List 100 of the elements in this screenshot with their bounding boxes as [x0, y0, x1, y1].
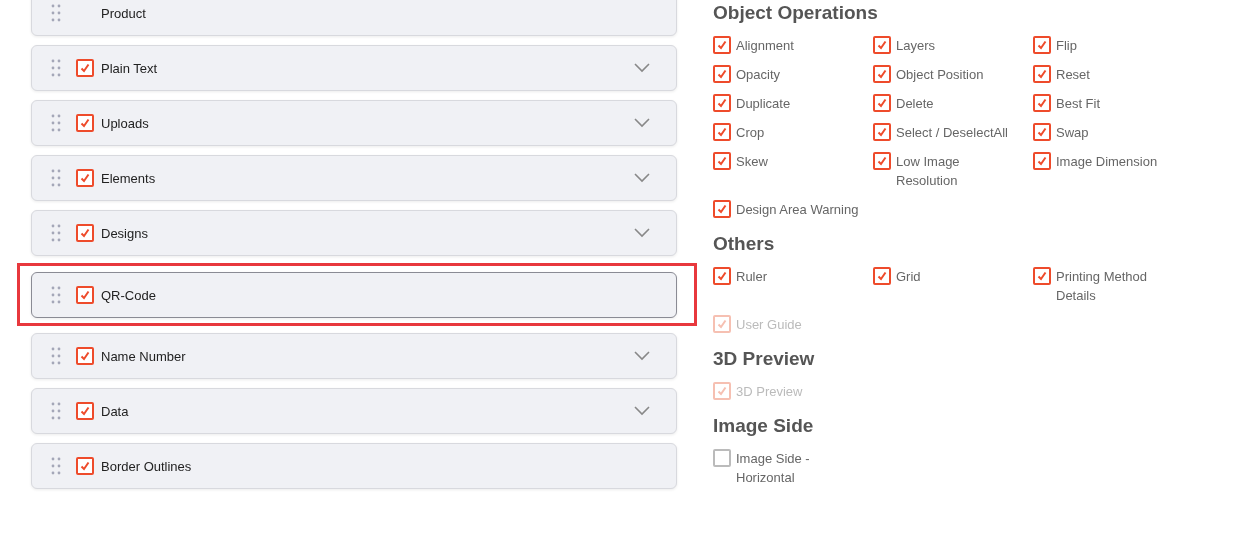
- checkmark-icon: [1036, 97, 1048, 109]
- module-row[interactable]: Elements: [31, 155, 677, 201]
- drag-handle-icon[interactable]: [50, 223, 62, 243]
- option-label: Ruler: [736, 268, 768, 286]
- checkbox[interactable]: [1033, 36, 1051, 54]
- module-row[interactable]: Product: [31, 0, 677, 36]
- checkmark-icon: [79, 350, 91, 362]
- option-label: Reset: [1056, 66, 1090, 84]
- option-label: Crop: [736, 124, 765, 142]
- drag-handle-icon[interactable]: [50, 3, 62, 23]
- drag-handle-icon[interactable]: [50, 168, 62, 188]
- chevron-down-icon[interactable]: [634, 228, 650, 238]
- checkmark-icon: [79, 62, 91, 74]
- option-label: User Guide: [736, 316, 802, 334]
- checkbox[interactable]: [713, 449, 731, 467]
- drag-handle-icon[interactable]: [50, 113, 62, 133]
- section-title: Image Side: [713, 415, 815, 437]
- module-label: Product: [101, 5, 147, 21]
- checkbox[interactable]: [1033, 65, 1051, 83]
- option-label: Low Image Resolution: [896, 153, 961, 190]
- module-row[interactable]: Data: [31, 388, 677, 434]
- option-label: Object Position: [896, 66, 984, 84]
- checkbox[interactable]: [713, 123, 731, 141]
- checkbox[interactable]: [873, 152, 891, 170]
- checkmark-icon: [79, 460, 91, 472]
- checkmark-icon: [716, 126, 728, 138]
- section-title: Others: [713, 233, 776, 255]
- section-title: Object Operations: [713, 2, 879, 24]
- option-label: 3D Preview: [736, 383, 803, 401]
- checkmark-icon: [876, 155, 888, 167]
- checkbox[interactable]: [713, 152, 731, 170]
- checkbox[interactable]: [873, 94, 891, 112]
- checkbox[interactable]: [76, 457, 94, 475]
- drag-handle-icon[interactable]: [50, 285, 62, 305]
- checkbox[interactable]: [1033, 267, 1051, 285]
- checkbox[interactable]: [873, 65, 891, 83]
- module-row[interactable]: Plain Text: [31, 45, 677, 91]
- module-row[interactable]: Uploads: [31, 100, 677, 146]
- checkbox[interactable]: [713, 65, 731, 83]
- option-label: Alignment: [736, 37, 794, 55]
- drag-handle-icon[interactable]: [50, 58, 62, 78]
- chevron-down-icon[interactable]: [634, 351, 650, 361]
- module-label: Name Number: [101, 348, 187, 364]
- checkmark-icon: [716, 270, 728, 282]
- checkbox[interactable]: [76, 347, 94, 365]
- checkmark-icon: [876, 68, 888, 80]
- checkbox[interactable]: [76, 402, 94, 420]
- module-row[interactable]: QR-Code: [31, 272, 677, 318]
- checkbox[interactable]: [873, 267, 891, 285]
- option-label: Image Side - Horizontal: [736, 450, 811, 487]
- drag-handle-icon[interactable]: [50, 401, 62, 421]
- checkbox[interactable]: [76, 114, 94, 132]
- checkmark-icon: [1036, 126, 1048, 138]
- section-title: 3D Preview: [713, 348, 816, 370]
- checkmark-icon: [716, 203, 728, 215]
- option-label: Skew: [736, 153, 768, 171]
- option-label: Image Dimension: [1056, 153, 1158, 171]
- checkmark-icon: [79, 117, 91, 129]
- checkbox[interactable]: [713, 267, 731, 285]
- module-label: Designs: [101, 225, 149, 241]
- chevron-down-icon[interactable]: [634, 118, 650, 128]
- module-row[interactable]: Border Outlines: [31, 443, 677, 489]
- checkmark-icon: [79, 172, 91, 184]
- chevron-down-icon[interactable]: [634, 406, 650, 416]
- module-row[interactable]: Name Number: [31, 333, 677, 379]
- checkbox[interactable]: [76, 169, 94, 187]
- drag-handle-icon[interactable]: [50, 456, 62, 476]
- checkbox[interactable]: [1033, 94, 1051, 112]
- module-label: Plain Text: [101, 60, 159, 76]
- checkbox[interactable]: [1033, 123, 1051, 141]
- checkbox[interactable]: [713, 200, 731, 218]
- chevron-down-icon[interactable]: [634, 63, 650, 73]
- option-label: Duplicate: [736, 95, 791, 113]
- checkmark-icon: [876, 126, 888, 138]
- checkmark-icon: [716, 385, 728, 397]
- checkbox[interactable]: [713, 94, 731, 112]
- checkbox[interactable]: [76, 286, 94, 304]
- checkmark-icon: [79, 289, 91, 301]
- checkbox[interactable]: [1033, 152, 1051, 170]
- checkmark-icon: [876, 97, 888, 109]
- option-label: Swap: [1056, 124, 1089, 142]
- checkbox[interactable]: [76, 224, 94, 242]
- checkmark-icon: [716, 97, 728, 109]
- module-label: QR-Code: [101, 287, 157, 303]
- module-label: Border Outlines: [101, 458, 193, 474]
- checkbox[interactable]: [873, 36, 891, 54]
- option-label: Design Area Warning: [736, 201, 859, 219]
- drag-handle-icon[interactable]: [50, 346, 62, 366]
- checkbox[interactable]: [873, 123, 891, 141]
- checkmark-icon: [716, 68, 728, 80]
- checkmark-icon: [1036, 39, 1048, 51]
- checkbox[interactable]: [76, 59, 94, 77]
- checkmark-icon: [79, 405, 91, 417]
- module-label: Data: [101, 403, 130, 419]
- module-label: Elements: [101, 170, 157, 186]
- checkmark-icon: [876, 270, 888, 282]
- chevron-down-icon[interactable]: [634, 173, 650, 183]
- module-row[interactable]: Designs: [31, 210, 677, 256]
- checkmark-icon: [716, 318, 728, 330]
- checkbox[interactable]: [713, 36, 731, 54]
